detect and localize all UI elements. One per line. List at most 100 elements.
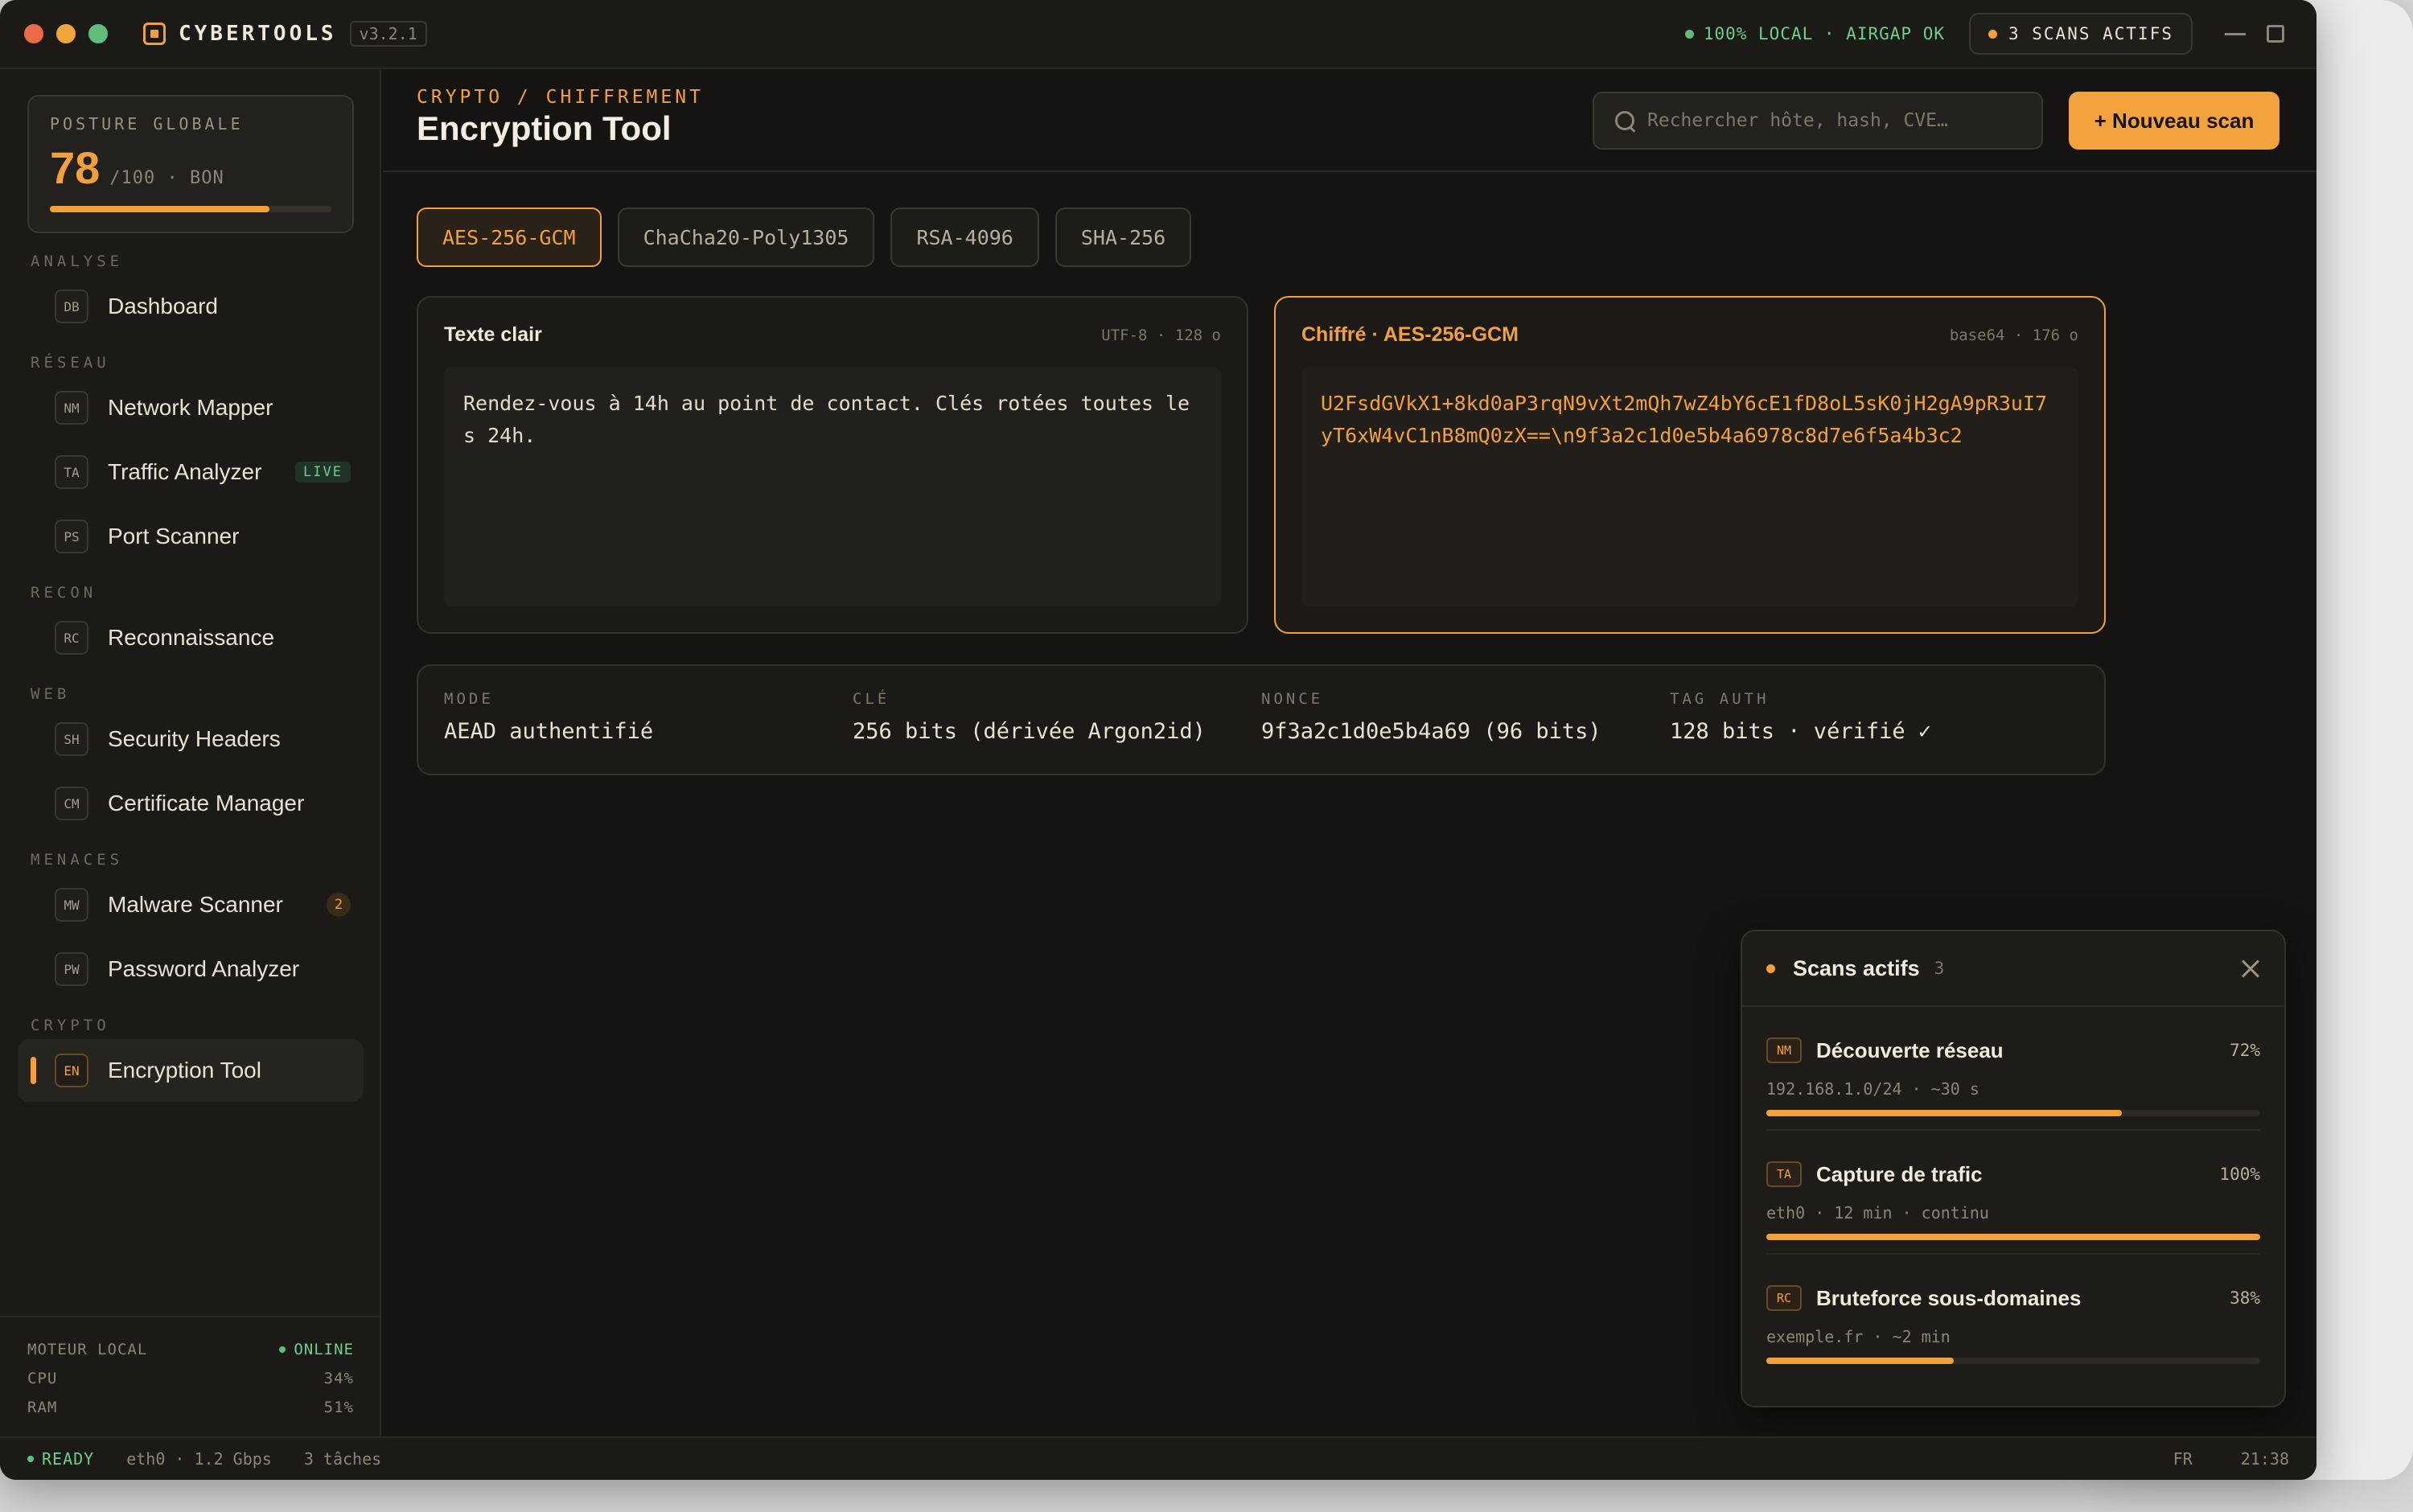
sidebar-nav: ANALYSE DB Dashboard RÉSEAU NM Network M…: [0, 249, 381, 1103]
online-dot-icon: [279, 1346, 286, 1353]
minimize-window-button[interactable]: [56, 24, 76, 43]
brand: CYBERTOOLS v3.2.1: [143, 21, 427, 47]
posture-score: 78: [50, 142, 101, 193]
posture-label: POSTURE GLOBALE: [50, 114, 244, 134]
live-badge: LIVE: [295, 462, 351, 483]
posture-progress-fill: [50, 206, 269, 212]
sidebar-item-label: Password Analyzer: [108, 956, 300, 981]
scan-detail: 192.168.1.0/24 · ~30 s: [1766, 1079, 1979, 1099]
close-window-button[interactable]: [24, 24, 43, 43]
nav-section-title: MENACES: [31, 851, 124, 869]
search-box[interactable]: [1593, 92, 2043, 150]
encryption-details: MODE AEAD authentifié CLÉ 256 bits (déri…: [417, 664, 2106, 775]
malware-scanner-icon: MW: [55, 888, 88, 922]
sidebar-item-password-analyzer[interactable]: PW Password Analyzer: [18, 938, 364, 1000]
nav-section-title: CRYPTO: [31, 1017, 110, 1034]
status-dot-icon: [1684, 29, 1694, 39]
app-name: CYBERTOOLS: [179, 22, 337, 46]
ciphertext-output[interactable]: U2FsdGVkX1+8kd0aP3rqN9vXt2mQh7wZ4bY6cE1f…: [1301, 367, 2078, 606]
certificate-manager-icon: CM: [55, 787, 88, 820]
scan-item[interactable]: TA Capture de trafic 100% eth0 · 12 min …: [1766, 1131, 2260, 1255]
ciphertext-title: Chiffré · AES-256-GCM: [1301, 323, 1519, 346]
scan-name: Bruteforce sous-domaines: [1816, 1285, 2082, 1310]
detail-key: CLÉ 256 bits (dérivée Argon2id): [853, 690, 1261, 750]
search-input[interactable]: [1647, 110, 2033, 131]
scan-percent: 38%: [2230, 1288, 2260, 1308]
tab-sha-256[interactable]: SHA-256: [1054, 207, 1192, 267]
nav-section-title: WEB: [31, 685, 71, 703]
algorithm-tabs: AES-256-GCM ChaCha20-Poly1305 RSA-4096 S…: [417, 207, 1192, 267]
active-scans-label: 3 SCANS ACTIFS: [2008, 24, 2173, 43]
scan-item[interactable]: NM Découverte réseau 72% 192.168.1.0/24 …: [1766, 1007, 2260, 1131]
encryption-tool-icon: EN: [55, 1054, 88, 1087]
sidebar-item-label: Dashboard: [108, 294, 218, 318]
scan-progress-bar: [1766, 1358, 2260, 1364]
close-icon[interactable]: [2239, 958, 2260, 979]
detail-value: 128 bits · vérifié ✓: [1670, 719, 1932, 744]
sidebar-item-traffic-analyzer[interactable]: TA Traffic Analyzer LIVE: [18, 441, 364, 503]
sidebar-item-label: Encryption Tool: [108, 1058, 261, 1083]
local-status: 100% LOCAL · AIRGAP OK: [1684, 24, 1945, 43]
scan-name: Découverte réseau: [1816, 1037, 2004, 1062]
detail-mode: MODE AEAD authentifié: [444, 690, 853, 750]
active-scans-panel: Scans actifs 3 NM Découverte réseau 72% …: [1741, 930, 2286, 1407]
sidebar-item-label: Security Headers: [108, 726, 281, 751]
minimize-icon[interactable]: [2225, 32, 2246, 35]
network-interface: eth0 · 1.2 Gbps: [126, 1449, 272, 1469]
status-bar: READY eth0 · 1.2 Gbps 3 tâches FR 21:38: [0, 1436, 2316, 1480]
plaintext-panel: Texte clair UTF-8 · 128 o Rendez-vous à …: [417, 296, 1248, 634]
nav-section-title: RECON: [31, 584, 97, 602]
tab-rsa-4096[interactable]: RSA-4096: [890, 207, 1039, 267]
scan-dot-icon: [1766, 963, 1775, 973]
tab-aes-256-gcm[interactable]: AES-256-GCM: [417, 207, 602, 267]
sidebar-item-port-scanner[interactable]: PS Port Scanner: [18, 505, 364, 568]
network-mapper-icon: NM: [55, 391, 88, 425]
language-indicator[interactable]: FR: [2173, 1449, 2193, 1469]
task-count: 3 tâches: [303, 1449, 382, 1469]
new-scan-button[interactable]: + Nouveau scan: [2069, 92, 2279, 150]
scan-progress-bar: [1766, 1110, 2260, 1116]
ciphertext-panel: Chiffré · AES-256-GCM base64 · 176 o U2F…: [1274, 296, 2106, 634]
sidebar-item-network-mapper[interactable]: NM Network Mapper: [18, 376, 364, 439]
cpu-label: CPU: [27, 1370, 58, 1387]
sidebar-item-label: Malware Scanner: [108, 892, 283, 917]
sidebar-item-encryption-tool[interactable]: EN Encryption Tool: [18, 1039, 364, 1102]
ram-label: RAM: [27, 1399, 58, 1416]
sidebar-item-malware-scanner[interactable]: MW Malware Scanner 2: [18, 873, 364, 936]
ready-status: READY: [27, 1449, 94, 1469]
plaintext-input[interactable]: Rendez-vous à 14h au point de contact. C…: [444, 367, 1221, 606]
clock: 21:38: [2240, 1449, 2289, 1469]
title-bar: CYBERTOOLS v3.2.1 100% LOCAL · AIRGAP OK…: [0, 0, 2316, 69]
sidebar-item-security-headers[interactable]: SH Security Headers: [18, 708, 364, 770]
zoom-window-button[interactable]: [88, 24, 108, 43]
scans-panel-title: Scans actifs: [1793, 955, 1920, 980]
scan-name: Capture de trafic: [1816, 1161, 1983, 1186]
sidebar-item-label: Traffic Analyzer: [108, 459, 262, 484]
detail-label: CLÉ: [853, 690, 890, 708]
active-scans-button[interactable]: 3 SCANS ACTIFS: [1968, 13, 2193, 55]
ready-dot-icon: [27, 1456, 34, 1462]
ram-value: 51%: [323, 1399, 354, 1416]
tab-chacha20-poly1305[interactable]: ChaCha20-Poly1305: [617, 207, 875, 267]
maximize-icon[interactable]: [2267, 25, 2284, 43]
traffic-analyzer-icon: TA: [55, 455, 88, 489]
ready-text: READY: [42, 1449, 95, 1469]
sidebar-item-label: Certificate Manager: [108, 791, 305, 816]
sidebar-item-certificate-manager[interactable]: CM Certificate Manager: [18, 772, 364, 835]
main-header: CRYPTO / CHIFFREMENT Encryption Tool + N…: [383, 69, 2316, 172]
cpu-value: 34%: [323, 1370, 354, 1387]
scans-count: 3: [1934, 959, 1945, 978]
window-controls: [24, 24, 108, 43]
active-indicator: [31, 1057, 36, 1084]
scan-progress-fill: [1766, 1110, 2123, 1116]
detail-label: NONCE: [1261, 690, 1324, 708]
detail-value: 9f3a2c1d0e5b4a69 (96 bits): [1261, 719, 1601, 744]
scan-percent: 100%: [2219, 1165, 2260, 1184]
scan-item[interactable]: RC Bruteforce sous-domaines 38% exemple.…: [1766, 1255, 2260, 1378]
engine-online-status: ONLINE: [279, 1335, 354, 1364]
sidebar-item-dashboard[interactable]: DB Dashboard: [18, 275, 364, 338]
local-status-text: 100% LOCAL · AIRGAP OK: [1703, 24, 1945, 43]
sidebar-item-reconnaissance[interactable]: RC Reconnaissance: [18, 606, 364, 669]
logo-icon: [143, 23, 166, 45]
detail-value: AEAD authentifié: [444, 719, 654, 744]
